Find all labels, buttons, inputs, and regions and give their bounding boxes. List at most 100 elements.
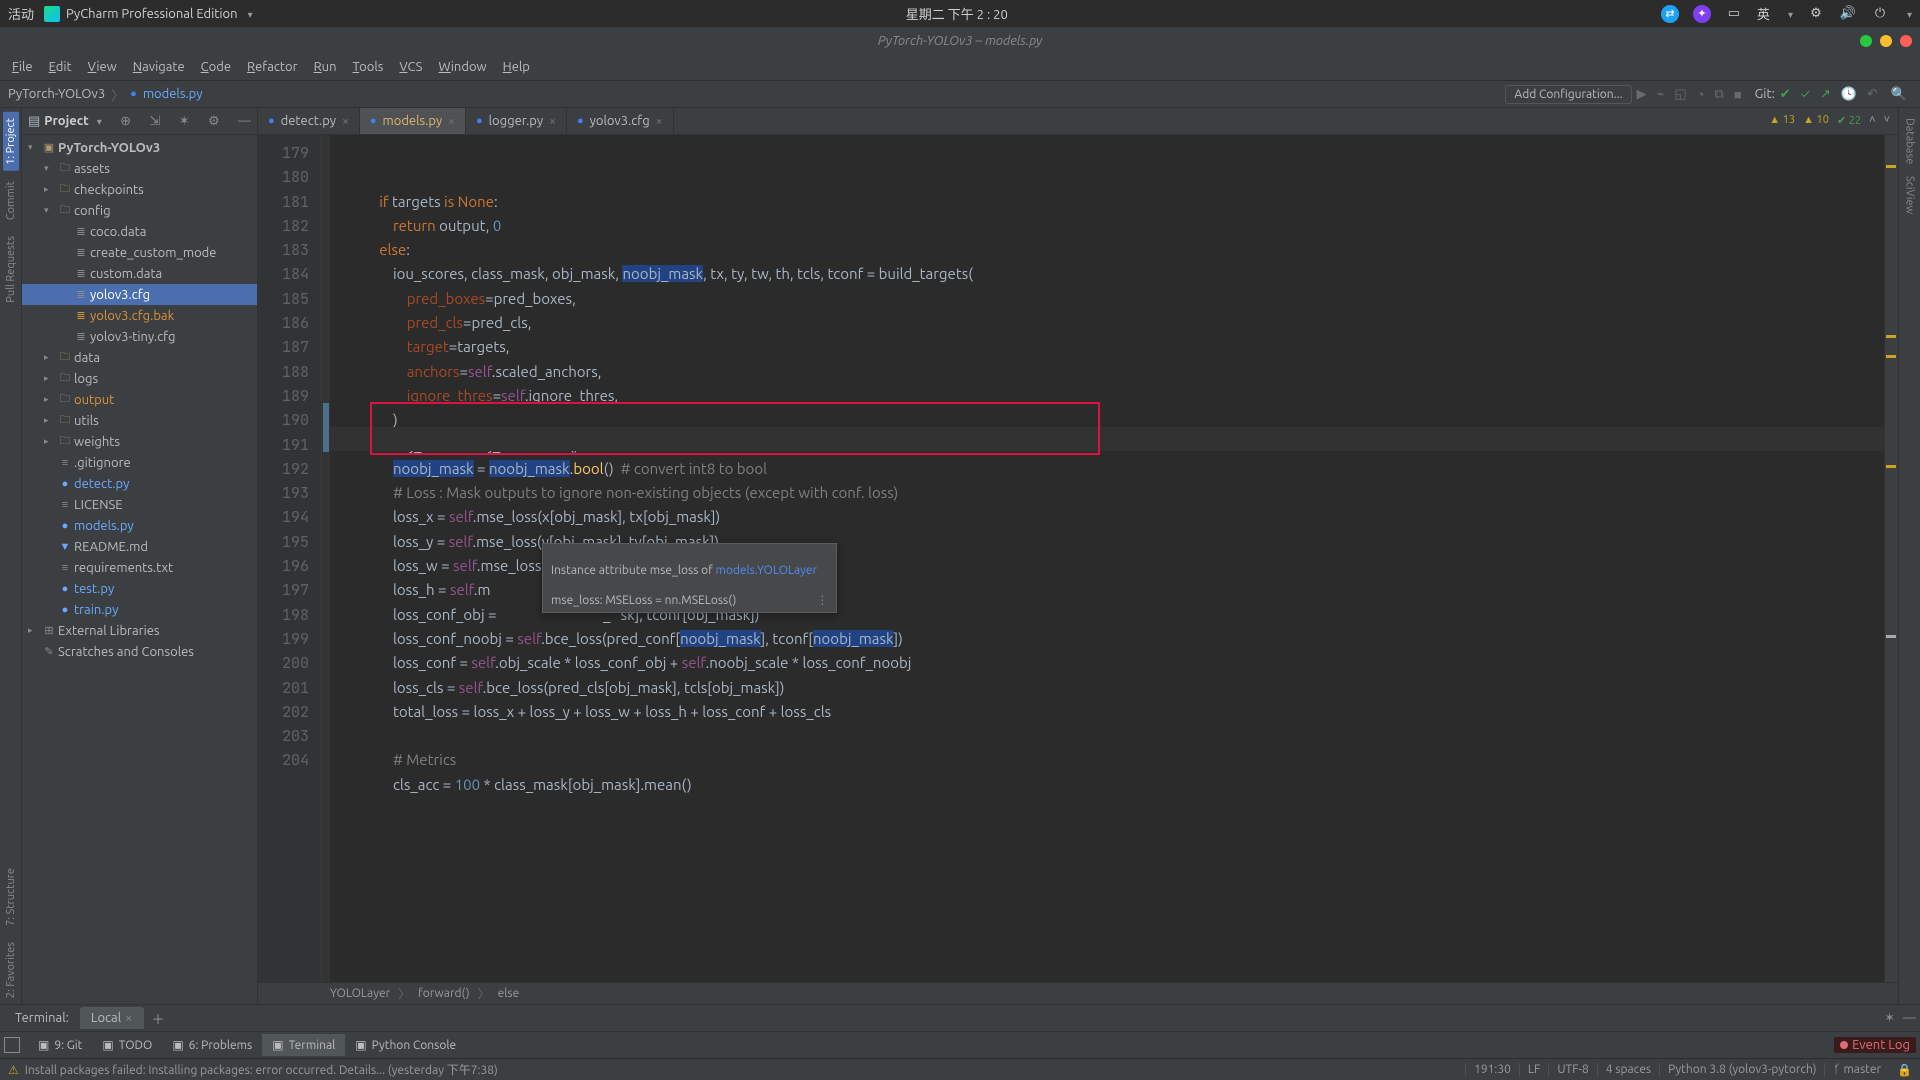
new-terminal-button[interactable]: ＋ [144,1009,173,1028]
code-editor[interactable]: 179 180 181 182 183 184 185 186 187 188 … [258,135,1898,982]
status-encoding[interactable]: UTF-8 [1548,1063,1596,1076]
editor-tab[interactable]: ●logger.py× [466,108,567,134]
git-update-icon[interactable]: ✔ [1780,87,1791,102]
tree-item[interactable]: ▸⊞External Libraries [22,620,257,641]
firefox-tray-icon[interactable]: ✦ [1693,5,1711,23]
tree-root[interactable]: ▾▣ PyTorch-YOLOv3 [22,137,257,158]
editor-tab[interactable]: ●models.py× [360,108,466,134]
stop-icon[interactable]: ■ [1734,87,1742,102]
chevron-up-icon[interactable]: ˄ [1869,114,1875,127]
terminal-tab-local[interactable]: Local × [80,1007,144,1029]
close-icon[interactable]: × [656,115,663,128]
terminal-hide-icon[interactable]: — [1903,1011,1916,1026]
tool-pull-requests[interactable]: Pull Requests [5,230,17,309]
editor-tab[interactable]: ●yolov3.cfg× [567,108,674,134]
expand-icon[interactable]: ⇲ [149,114,160,129]
todesk-tray-icon[interactable]: ⇄ [1661,5,1679,23]
bottom-tab[interactable]: ▣Terminal [262,1034,345,1056]
tool-window-quick-access-icon[interactable] [4,1037,20,1053]
concurrency-icon[interactable]: ⧉ [1715,87,1724,102]
line-number-gutter[interactable]: 179 180 181 182 183 184 185 186 187 188 … [258,135,322,982]
tree-item[interactable]: ≣coco.data [22,221,257,242]
profile-icon[interactable]: ◔ [1697,87,1705,102]
menu-tools[interactable]: Tools [345,60,392,74]
status-warning-icon[interactable]: ⚠ [8,1063,19,1077]
tree-item[interactable]: ▾🗀assets [22,158,257,179]
tree-item[interactable]: ▸🗀data [22,347,257,368]
bottom-tab[interactable]: ▣9: Git [28,1034,92,1056]
chevron-down-icon[interactable]: ˅ [1884,114,1890,127]
readonly-lock-icon[interactable]: 🔒 [1889,1063,1912,1077]
close-icon[interactable]: × [549,115,556,128]
tree-item[interactable]: ≣yolov3-tiny.cfg [22,326,257,347]
project-header-title[interactable]: Project [44,114,88,128]
status-line-ending[interactable]: LF [1519,1063,1548,1076]
project-tree[interactable]: ▾▣ PyTorch-YOLOv3 ▾🗀assets▸🗀checkpoints▾… [22,135,257,1004]
bottom-tab[interactable]: ▣TODO [92,1034,162,1056]
breadcrumb-file[interactable]: models.py [143,87,203,101]
git-commit-icon[interactable]: ✓ [1801,87,1810,101]
git-history-icon[interactable]: 🕓 [1841,87,1857,102]
status-interpreter[interactable]: Python 3.8 (yolov3-pytorch) [1659,1063,1824,1076]
tree-item[interactable]: ▸🗀weights [22,431,257,452]
status-caret-pos[interactable]: 191:30 [1465,1063,1519,1076]
network-icon[interactable]: ⚙ [1807,5,1825,23]
tree-item[interactable]: ≣create_custom_mode [22,242,257,263]
crumb-class[interactable]: YOLOLayer [330,987,390,1000]
close-button[interactable] [1900,35,1912,47]
activities-label[interactable]: 活动 [8,4,34,23]
git-push-icon[interactable]: ↗ [1820,87,1831,102]
add-configuration-button[interactable]: Add Configuration... [1505,85,1631,104]
tool-project[interactable]: 1: Project [3,112,19,171]
bottom-tab[interactable]: ▣6: Problems [162,1034,262,1056]
error-stripe[interactable] [1884,135,1898,982]
ime-indicator[interactable]: 英 [1757,4,1770,23]
tree-item[interactable]: ≣custom.data [22,263,257,284]
tree-item[interactable]: ▸🗀checkpoints [22,179,257,200]
tree-item[interactable]: ≣yolov3.cfg [22,284,257,305]
menu-file[interactable]: File [4,60,41,74]
run-icon[interactable]: ▶ [1637,87,1647,102]
tooltip-link[interactable]: models.YOLOLayer [716,564,818,577]
menu-help[interactable]: Help [495,60,538,74]
battery-icon[interactable]: ▭ [1725,5,1743,23]
maximize-button[interactable] [1880,35,1892,47]
chevron-down-icon[interactable] [93,114,102,128]
tree-item[interactable]: ▸🗀output [22,389,257,410]
volume-icon[interactable]: 🔊 [1839,5,1857,23]
tool-structure[interactable]: 7: Structure [5,862,17,932]
status-indent[interactable]: 4 spaces [1597,1063,1659,1076]
tree-item[interactable]: ▸🗀logs [22,368,257,389]
tree-item[interactable]: ≡.gitignore [22,452,257,473]
project-combo-icon[interactable]: ▤ [28,114,40,129]
tree-item[interactable]: ●detect.py [22,473,257,494]
app-menu[interactable]: PyCharm Professional Edition [44,6,253,22]
status-message[interactable]: Install packages failed: Installing pack… [25,1061,1465,1078]
close-icon[interactable]: × [125,1011,132,1025]
bottom-tab[interactable]: ▣Python Console [345,1034,466,1056]
tree-item[interactable]: ●models.py [22,515,257,536]
tool-database[interactable]: Database [1904,112,1916,170]
system-clock[interactable]: 星期二 下午 2 : 20 [253,4,1661,23]
close-icon[interactable]: × [342,115,349,128]
crumb-block[interactable]: else [498,987,520,1000]
event-log-button[interactable]: Event Log [1834,1037,1916,1053]
close-icon[interactable]: × [448,115,455,128]
status-git-branch[interactable]: ᚶ master [1824,1063,1889,1076]
editor-breadcrumb[interactable]: YOLOLayer〉 forward()〉 else [258,982,1898,1004]
menu-window[interactable]: Window [430,60,494,74]
menu-navigate[interactable]: Navigate [125,60,193,74]
menu-view[interactable]: View [80,60,125,74]
tree-item[interactable]: ✎Scratches and Consoles [22,641,257,662]
debug-icon[interactable]: ⌁ [1657,87,1665,102]
tree-item[interactable]: ≡LICENSE [22,494,257,515]
menu-code[interactable]: Code [193,60,239,74]
tree-item[interactable]: ●test.py [22,578,257,599]
tree-item[interactable]: ▼README.md [22,536,257,557]
inspection-summary[interactable]: ▲ 13 ▲ 10 ✔ 22 ˄ ˅ [1769,114,1890,127]
power-icon[interactable]: ⏻ [1871,5,1889,23]
search-everywhere-icon[interactable]: 🔍 [1891,87,1907,102]
tree-item[interactable]: ▸🗀utils [22,410,257,431]
editor-tab[interactable]: ●detect.py× [258,108,360,134]
tool-favorites[interactable]: 2: Favorites [5,936,17,1004]
